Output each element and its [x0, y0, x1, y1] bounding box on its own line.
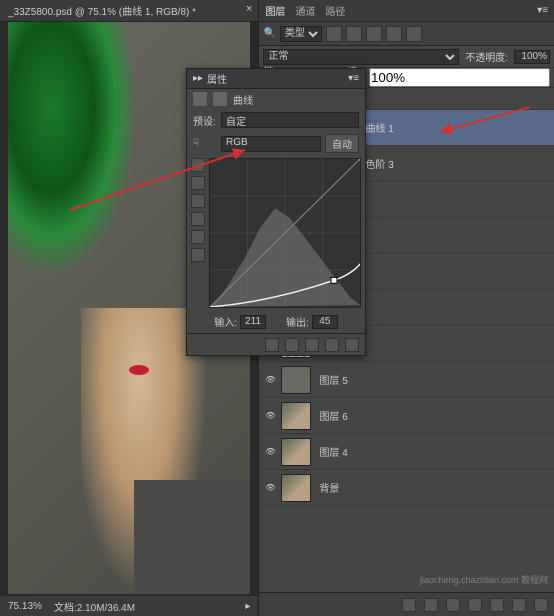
- blend-row: 正常 不透明度:: [259, 46, 554, 68]
- preset-label: 预设:: [193, 113, 217, 128]
- filter-adjustment-icon[interactable]: [346, 26, 362, 42]
- close-icon[interactable]: ×: [246, 3, 252, 15]
- collapse-icon[interactable]: ▸▸: [193, 73, 203, 84]
- fill-field[interactable]: [369, 68, 550, 87]
- toggle-visibility-icon[interactable]: [325, 338, 339, 352]
- document-tab-title: _33Z5800.psd @ 75.1% (曲线 1, RGB/8) *: [8, 3, 196, 18]
- filter-pixel-icon[interactable]: [326, 26, 342, 42]
- layer-thumbnail[interactable]: [281, 474, 311, 502]
- status-bar: 75.13% 文档:2.10M/36.4M ▸: [0, 596, 258, 616]
- tab-layers[interactable]: 图层: [265, 3, 285, 18]
- link-layers-icon[interactable]: [402, 598, 416, 612]
- gray-point-eyedropper-icon[interactable]: [191, 230, 205, 244]
- reset-icon[interactable]: [305, 338, 319, 352]
- mask-icon: [213, 92, 227, 106]
- black-point-eyedropper-icon[interactable]: [191, 212, 205, 226]
- opacity-field[interactable]: [514, 50, 550, 64]
- document-area: _33Z5800.psd @ 75.1% (曲线 1, RGB/8) * × 7…: [0, 0, 258, 616]
- panel-menu-icon[interactable]: ▾≡: [348, 73, 359, 84]
- channel-dropdown[interactable]: RGB: [221, 136, 321, 152]
- layer-name[interactable]: 图层 4: [319, 444, 347, 459]
- curves-io-row: 输入: 输出:: [187, 310, 365, 333]
- layer-filter-bar: 🔍 类型: [259, 22, 554, 46]
- curves-icon: [193, 92, 207, 106]
- filter-shape-icon[interactable]: [386, 26, 402, 42]
- opacity-label: 不透明度:: [465, 49, 508, 64]
- curves-graph[interactable]: [209, 158, 361, 308]
- layer-name[interactable]: 图层 5: [319, 372, 347, 387]
- preset-dropdown[interactable]: 自定: [221, 112, 359, 128]
- filter-kind-dropdown[interactable]: 类型: [280, 26, 322, 42]
- status-caret-icon[interactable]: ▸: [245, 601, 250, 612]
- add-mask-icon[interactable]: [446, 598, 460, 612]
- layer-thumbnail[interactable]: [281, 366, 311, 394]
- visibility-toggle-icon[interactable]: [263, 409, 277, 423]
- curve-input-field[interactable]: [240, 315, 266, 329]
- layer-row[interactable]: 图层 5: [259, 362, 554, 398]
- filter-smart-icon[interactable]: [406, 26, 422, 42]
- layers-panel-footer: [259, 592, 554, 616]
- panel-menu-icon[interactable]: ▾≡: [537, 5, 548, 16]
- view-previous-icon[interactable]: [285, 338, 299, 352]
- layer-fx-icon[interactable]: [424, 598, 438, 612]
- channel-row: ☟ RGB 自动: [187, 131, 365, 156]
- layer-name[interactable]: 色阶 3: [365, 156, 393, 171]
- new-group-icon[interactable]: [490, 598, 504, 612]
- input-label: 输入:: [214, 314, 237, 329]
- properties-panel[interactable]: ▸▸ 属性 ▾≡ 曲线 预设: 自定 ☟ RGB 自动: [186, 68, 366, 356]
- pencil-curve-tool-icon[interactable]: [191, 176, 205, 190]
- new-adjustment-icon[interactable]: [468, 598, 482, 612]
- new-layer-icon[interactable]: [512, 598, 526, 612]
- layer-thumbnail[interactable]: [281, 438, 311, 466]
- curve-output-field[interactable]: [312, 315, 338, 329]
- layer-row[interactable]: 图层 4: [259, 434, 554, 470]
- tab-channels[interactable]: 通道: [295, 3, 315, 18]
- doc-info: 文档:2.10M/36.4M: [54, 599, 135, 614]
- visibility-toggle-icon[interactable]: [263, 445, 277, 459]
- layer-name[interactable]: 曲线 1: [365, 120, 393, 135]
- curves-editor: [187, 156, 365, 310]
- filter-search-icon[interactable]: 🔍: [263, 28, 275, 39]
- layer-name[interactable]: 背景: [319, 480, 339, 495]
- layer-row[interactable]: 背景: [259, 470, 554, 506]
- zoom-level[interactable]: 75.13%: [8, 601, 42, 612]
- finger-tool-icon[interactable]: ☟: [193, 138, 217, 149]
- properties-footer: [187, 333, 365, 355]
- white-point-eyedropper-icon[interactable]: [191, 248, 205, 262]
- preset-row: 预设: 自定: [187, 109, 365, 131]
- adjustment-title-row: 曲线: [187, 89, 365, 109]
- layer-row[interactable]: 图层 6: [259, 398, 554, 434]
- tab-paths[interactable]: 路径: [325, 3, 345, 18]
- visibility-toggle-icon[interactable]: [263, 373, 277, 387]
- layer-thumbnail[interactable]: [281, 402, 311, 430]
- delete-layer-icon[interactable]: [534, 598, 548, 612]
- panel-tab-bar: 图层 通道 路径 ▾≡: [259, 0, 554, 22]
- delete-adjustment-icon[interactable]: [345, 338, 359, 352]
- output-label: 输出:: [286, 314, 309, 329]
- layer-name[interactable]: 图层 6: [319, 408, 347, 423]
- properties-panel-header[interactable]: ▸▸ 属性 ▾≡: [187, 69, 365, 89]
- filter-text-icon[interactable]: [366, 26, 382, 42]
- point-curve-tool-icon[interactable]: [191, 158, 205, 172]
- adjustment-name: 曲线: [233, 92, 253, 107]
- smooth-tool-icon[interactable]: [191, 194, 205, 208]
- document-tab[interactable]: _33Z5800.psd @ 75.1% (曲线 1, RGB/8) * ×: [0, 0, 258, 22]
- clip-to-layer-icon[interactable]: [265, 338, 279, 352]
- visibility-toggle-icon[interactable]: [263, 481, 277, 495]
- auto-button[interactable]: 自动: [325, 134, 359, 153]
- properties-panel-title: 属性: [207, 71, 227, 86]
- curves-tool-strip: [191, 158, 207, 308]
